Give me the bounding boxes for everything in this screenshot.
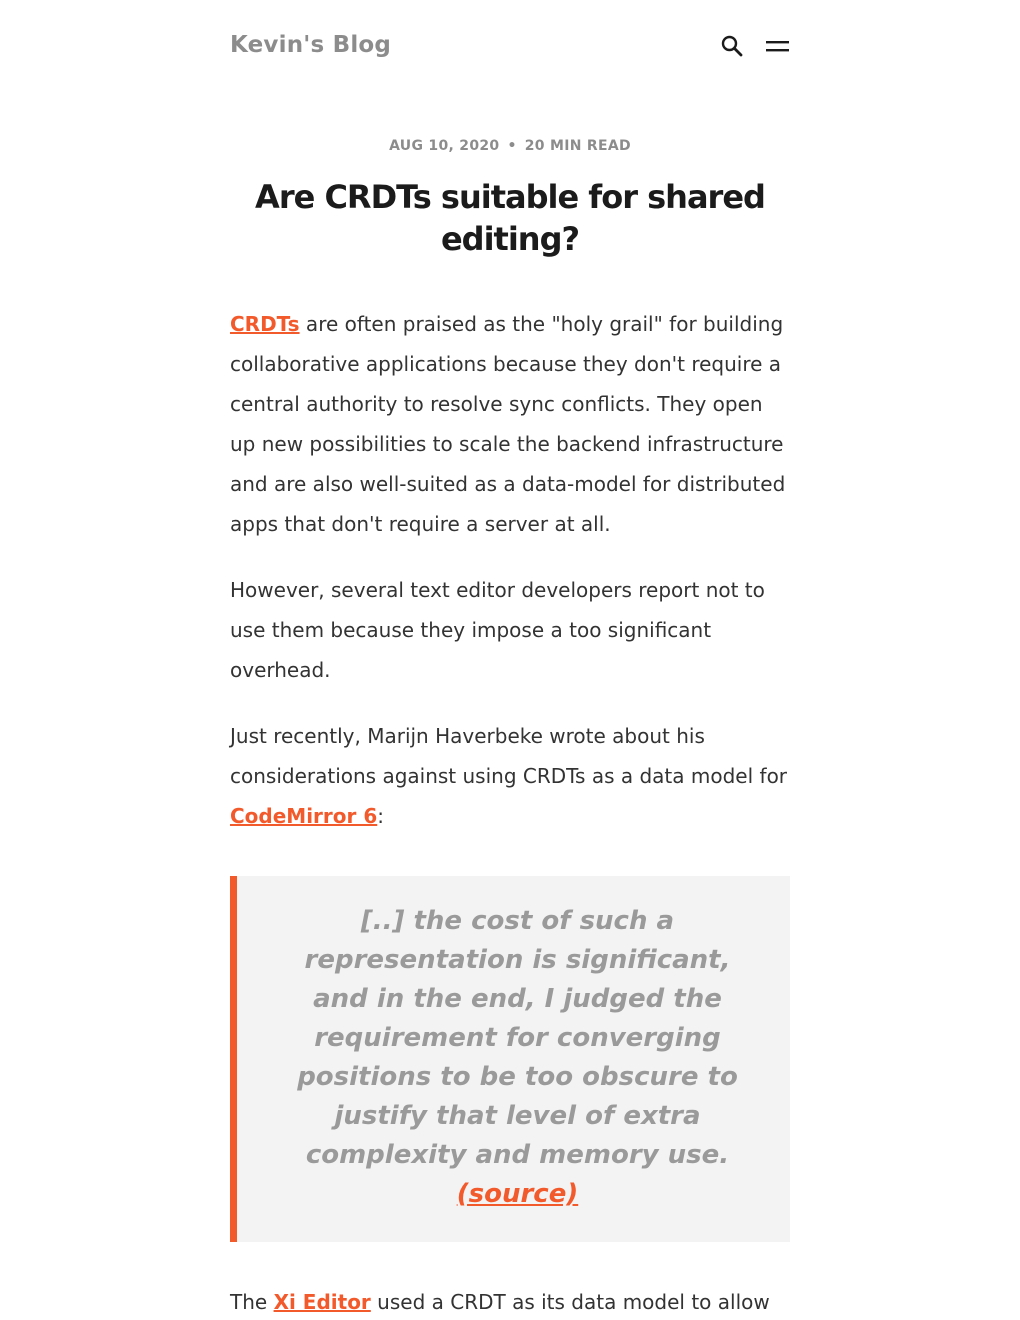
paragraph-4: The Xi Editor used a CRDT as its data mo…	[230, 1282, 790, 1320]
post-meta: AUG 10, 2020 • 20 MIN READ	[230, 138, 790, 154]
quote-source-link[interactable]: (source)	[457, 1179, 578, 1209]
search-icon[interactable]	[720, 34, 744, 58]
blockquote: [..] the cost of such a representation i…	[230, 876, 790, 1242]
paragraph-1: CRDTs are often praised as the "holy gra…	[230, 304, 790, 544]
codemirror-link[interactable]: CodeMirror 6	[230, 804, 377, 828]
paragraph-1-text: are often praised as the "holy grail" fo…	[230, 312, 786, 536]
page-container: Kevin's Blog AUG 10, 2020 • 20 MIN READ Ar…	[230, 0, 790, 1320]
xi-editor-link[interactable]: Xi Editor	[274, 1290, 371, 1314]
paragraph-3-text: Just recently, Marijn Haverbeke wrote ab…	[230, 724, 788, 788]
paragraph-2: However, several text editor developers …	[230, 578, 765, 682]
hamburger-menu-icon[interactable]	[766, 34, 790, 58]
crdts-link[interactable]: CRDTs	[230, 312, 300, 336]
paragraph-4-text: The	[230, 1290, 274, 1314]
site-title-link[interactable]: Kevin's Blog	[230, 32, 391, 58]
post-date: AUG 10, 2020	[389, 138, 500, 154]
header-actions	[720, 34, 790, 58]
quote-text: [..] the cost of such a representation i…	[297, 906, 738, 1170]
paragraph-3-end: :	[377, 804, 385, 828]
post-title: Are CRDTs suitable for shared editing?	[255, 178, 766, 258]
post-body: CRDTs are often praised as the "holy gra…	[230, 304, 790, 1320]
paragraph-4-end: used a CRDT as its data model to allow	[370, 1290, 770, 1314]
paragraph-3: Just recently, Marijn Haverbeke wrote ab…	[230, 716, 790, 836]
meta-separator: •	[507, 138, 517, 154]
read-time: 20 MIN READ	[524, 138, 631, 154]
site-header: Kevin's Blog	[230, 0, 790, 96]
